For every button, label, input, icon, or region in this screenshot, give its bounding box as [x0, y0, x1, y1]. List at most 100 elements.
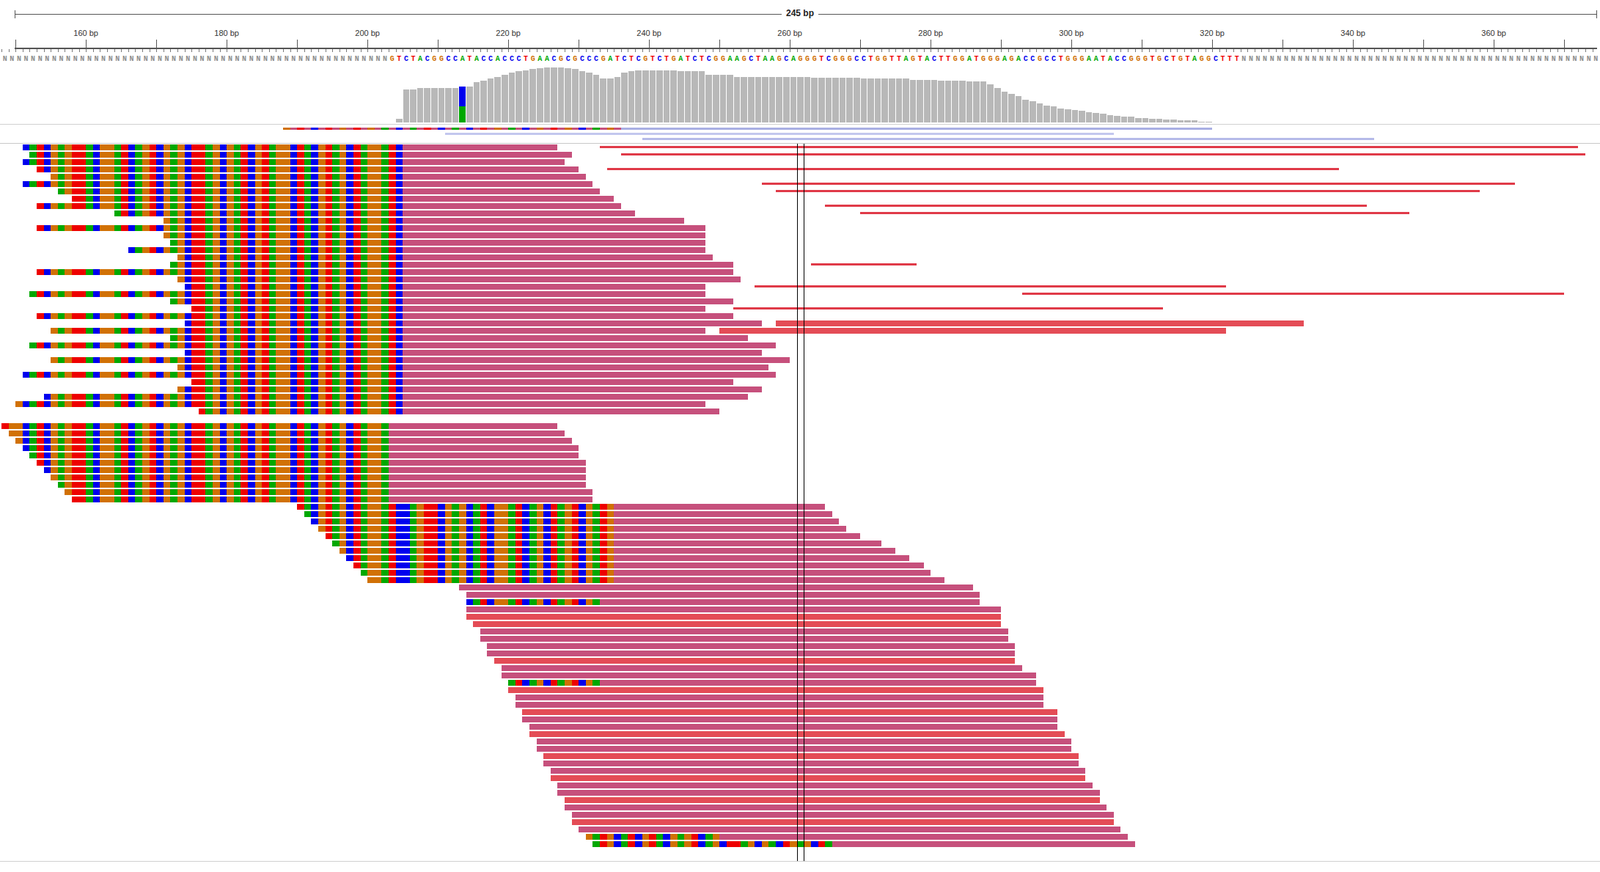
clip-base	[339, 283, 347, 290]
coverage-bar	[417, 87, 424, 123]
ruler-minor-tick	[1170, 49, 1172, 53]
clip-base	[255, 269, 263, 275]
clip-base	[142, 269, 150, 275]
clip-base	[283, 276, 291, 283]
clip-base	[325, 188, 333, 195]
clip-base	[177, 247, 185, 253]
clip-base	[310, 144, 319, 151]
clip-base	[275, 305, 284, 312]
clip-base	[93, 327, 101, 334]
clip-base	[212, 225, 220, 231]
clip-base	[346, 203, 354, 209]
clip-base	[395, 298, 404, 305]
clip-base	[332, 217, 340, 224]
clip-base	[325, 127, 333, 130]
clip-base	[255, 203, 263, 209]
clip-base	[134, 225, 143, 231]
clip-base	[198, 320, 207, 327]
clip-base	[79, 151, 87, 158]
clip-base	[318, 327, 326, 334]
base-letter: T	[613, 52, 622, 66]
clip-base	[353, 313, 361, 319]
clip-base	[114, 225, 122, 231]
clip-base	[85, 225, 94, 231]
ruler-minor-tick	[1493, 49, 1495, 53]
clip-base	[332, 342, 340, 349]
clip-base	[156, 313, 164, 319]
clip-base	[64, 291, 72, 297]
base-letter: N	[107, 52, 115, 66]
clip-base	[381, 127, 389, 130]
clip-base	[296, 291, 305, 297]
clip-base	[107, 159, 115, 165]
clip-base	[50, 166, 58, 173]
base-letter: G	[1155, 52, 1163, 66]
clip-base	[134, 181, 143, 187]
ruler-minor-tick	[571, 49, 573, 53]
clip-base	[128, 327, 136, 334]
clip-base	[142, 159, 150, 165]
base-letter: N	[99, 52, 108, 66]
base-letter: N	[290, 52, 298, 66]
clip-base	[339, 232, 347, 239]
coverage-bar	[846, 77, 853, 123]
clip-base	[191, 335, 199, 341]
base-letter: N	[226, 52, 234, 66]
clip-base	[290, 342, 298, 349]
clip-base	[219, 144, 228, 151]
clip-base	[219, 349, 228, 356]
ruler-minor-tick	[951, 49, 953, 53]
clip-base	[219, 217, 228, 224]
coverage-bar	[501, 74, 509, 123]
clip-base	[388, 144, 396, 151]
base-letter: N	[1458, 52, 1466, 66]
base-letter: N	[1472, 52, 1480, 66]
clip-base	[198, 181, 207, 187]
locus-header: 245 bp	[0, 0, 1600, 22]
ruler-minor-tick	[1289, 49, 1291, 53]
clip-base	[233, 181, 242, 187]
coverage-bar	[544, 67, 551, 123]
clip-base	[275, 327, 284, 334]
clip-base	[184, 269, 193, 275]
clip-base	[255, 357, 263, 363]
clip-base	[79, 159, 87, 165]
clip-base	[275, 335, 284, 341]
base-letter: N	[1317, 52, 1326, 66]
clip-base	[275, 203, 284, 209]
clip-base	[149, 203, 157, 209]
clip-base	[177, 195, 185, 202]
clip-base	[283, 181, 291, 187]
base-letter: N	[1296, 52, 1304, 66]
clip-base	[79, 195, 87, 202]
clip-base	[134, 151, 143, 158]
coverage-bar	[705, 74, 713, 123]
clip-base	[395, 327, 404, 334]
clip-base	[191, 357, 199, 363]
clip-base	[177, 203, 185, 209]
base-letter: T	[888, 52, 897, 66]
clip-base	[275, 291, 284, 297]
coverage-bar	[438, 87, 446, 123]
clip-base	[212, 210, 220, 217]
ruler-minor-tick	[607, 49, 608, 53]
base-letter: N	[310, 52, 319, 66]
coverage-bar	[642, 70, 649, 124]
clip-base	[177, 217, 185, 224]
clip-base	[184, 195, 193, 202]
clip-base	[212, 291, 220, 297]
clip-base	[304, 144, 312, 151]
clip-base	[134, 247, 143, 253]
clip-base	[142, 247, 150, 253]
clip-base	[240, 283, 248, 290]
clip-base	[219, 239, 228, 246]
read-fill	[36, 313, 734, 319]
clip-base	[50, 144, 58, 151]
clip-base	[219, 188, 228, 195]
clip-base	[191, 269, 199, 275]
clip-base	[374, 159, 383, 165]
clip-base	[325, 269, 333, 275]
clip-base	[205, 313, 213, 319]
clip-base	[255, 159, 263, 165]
base-letter: N	[1592, 52, 1600, 66]
